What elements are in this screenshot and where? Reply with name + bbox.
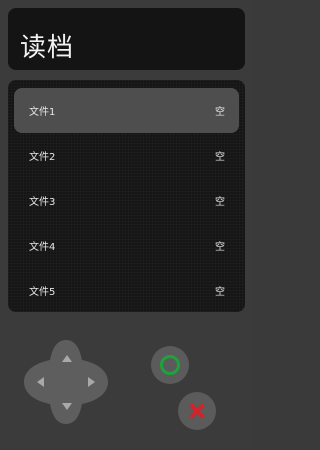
save-slot-state: 空 — [215, 242, 225, 253]
save-slot-3[interactable]: 文件3 空 — [14, 178, 239, 223]
save-slot-state: 空 — [215, 197, 225, 208]
cross-icon — [188, 402, 206, 420]
circle-icon — [160, 355, 180, 375]
save-slot-list: 文件1 空 文件2 空 文件3 空 文件4 空 文件5 空 — [8, 80, 245, 312]
cancel-button[interactable] — [178, 392, 216, 430]
arrow-up-icon[interactable] — [62, 355, 72, 362]
save-slot-label: 文件3 — [29, 197, 56, 208]
save-slot-1[interactable]: 文件1 空 — [14, 88, 239, 133]
load-game-screen: 读档 文件1 空 文件2 空 文件3 空 文件4 空 文件5 空 — [0, 0, 253, 450]
save-slot-state: 空 — [215, 287, 225, 298]
gamepad-controls — [0, 320, 253, 450]
save-slot-label: 文件4 — [29, 242, 56, 253]
arrow-right-icon[interactable] — [88, 377, 95, 387]
page-title: 读档 — [20, 32, 75, 63]
dpad-base — [24, 340, 108, 424]
arrow-left-icon[interactable] — [37, 377, 44, 387]
save-slot-state: 空 — [215, 152, 225, 163]
confirm-button[interactable] — [151, 346, 189, 384]
title-panel: 读档 — [8, 8, 245, 70]
dpad[interactable] — [22, 338, 110, 426]
save-slot-4[interactable]: 文件4 空 — [14, 223, 239, 268]
save-slot-state: 空 — [215, 107, 225, 118]
save-slot-2[interactable]: 文件2 空 — [14, 133, 239, 178]
save-slot-5[interactable]: 文件5 空 — [14, 268, 239, 313]
save-slot-label: 文件1 — [29, 107, 56, 118]
arrow-down-icon[interactable] — [62, 403, 72, 410]
save-slot-label: 文件2 — [29, 152, 56, 163]
save-slot-label: 文件5 — [29, 287, 56, 298]
